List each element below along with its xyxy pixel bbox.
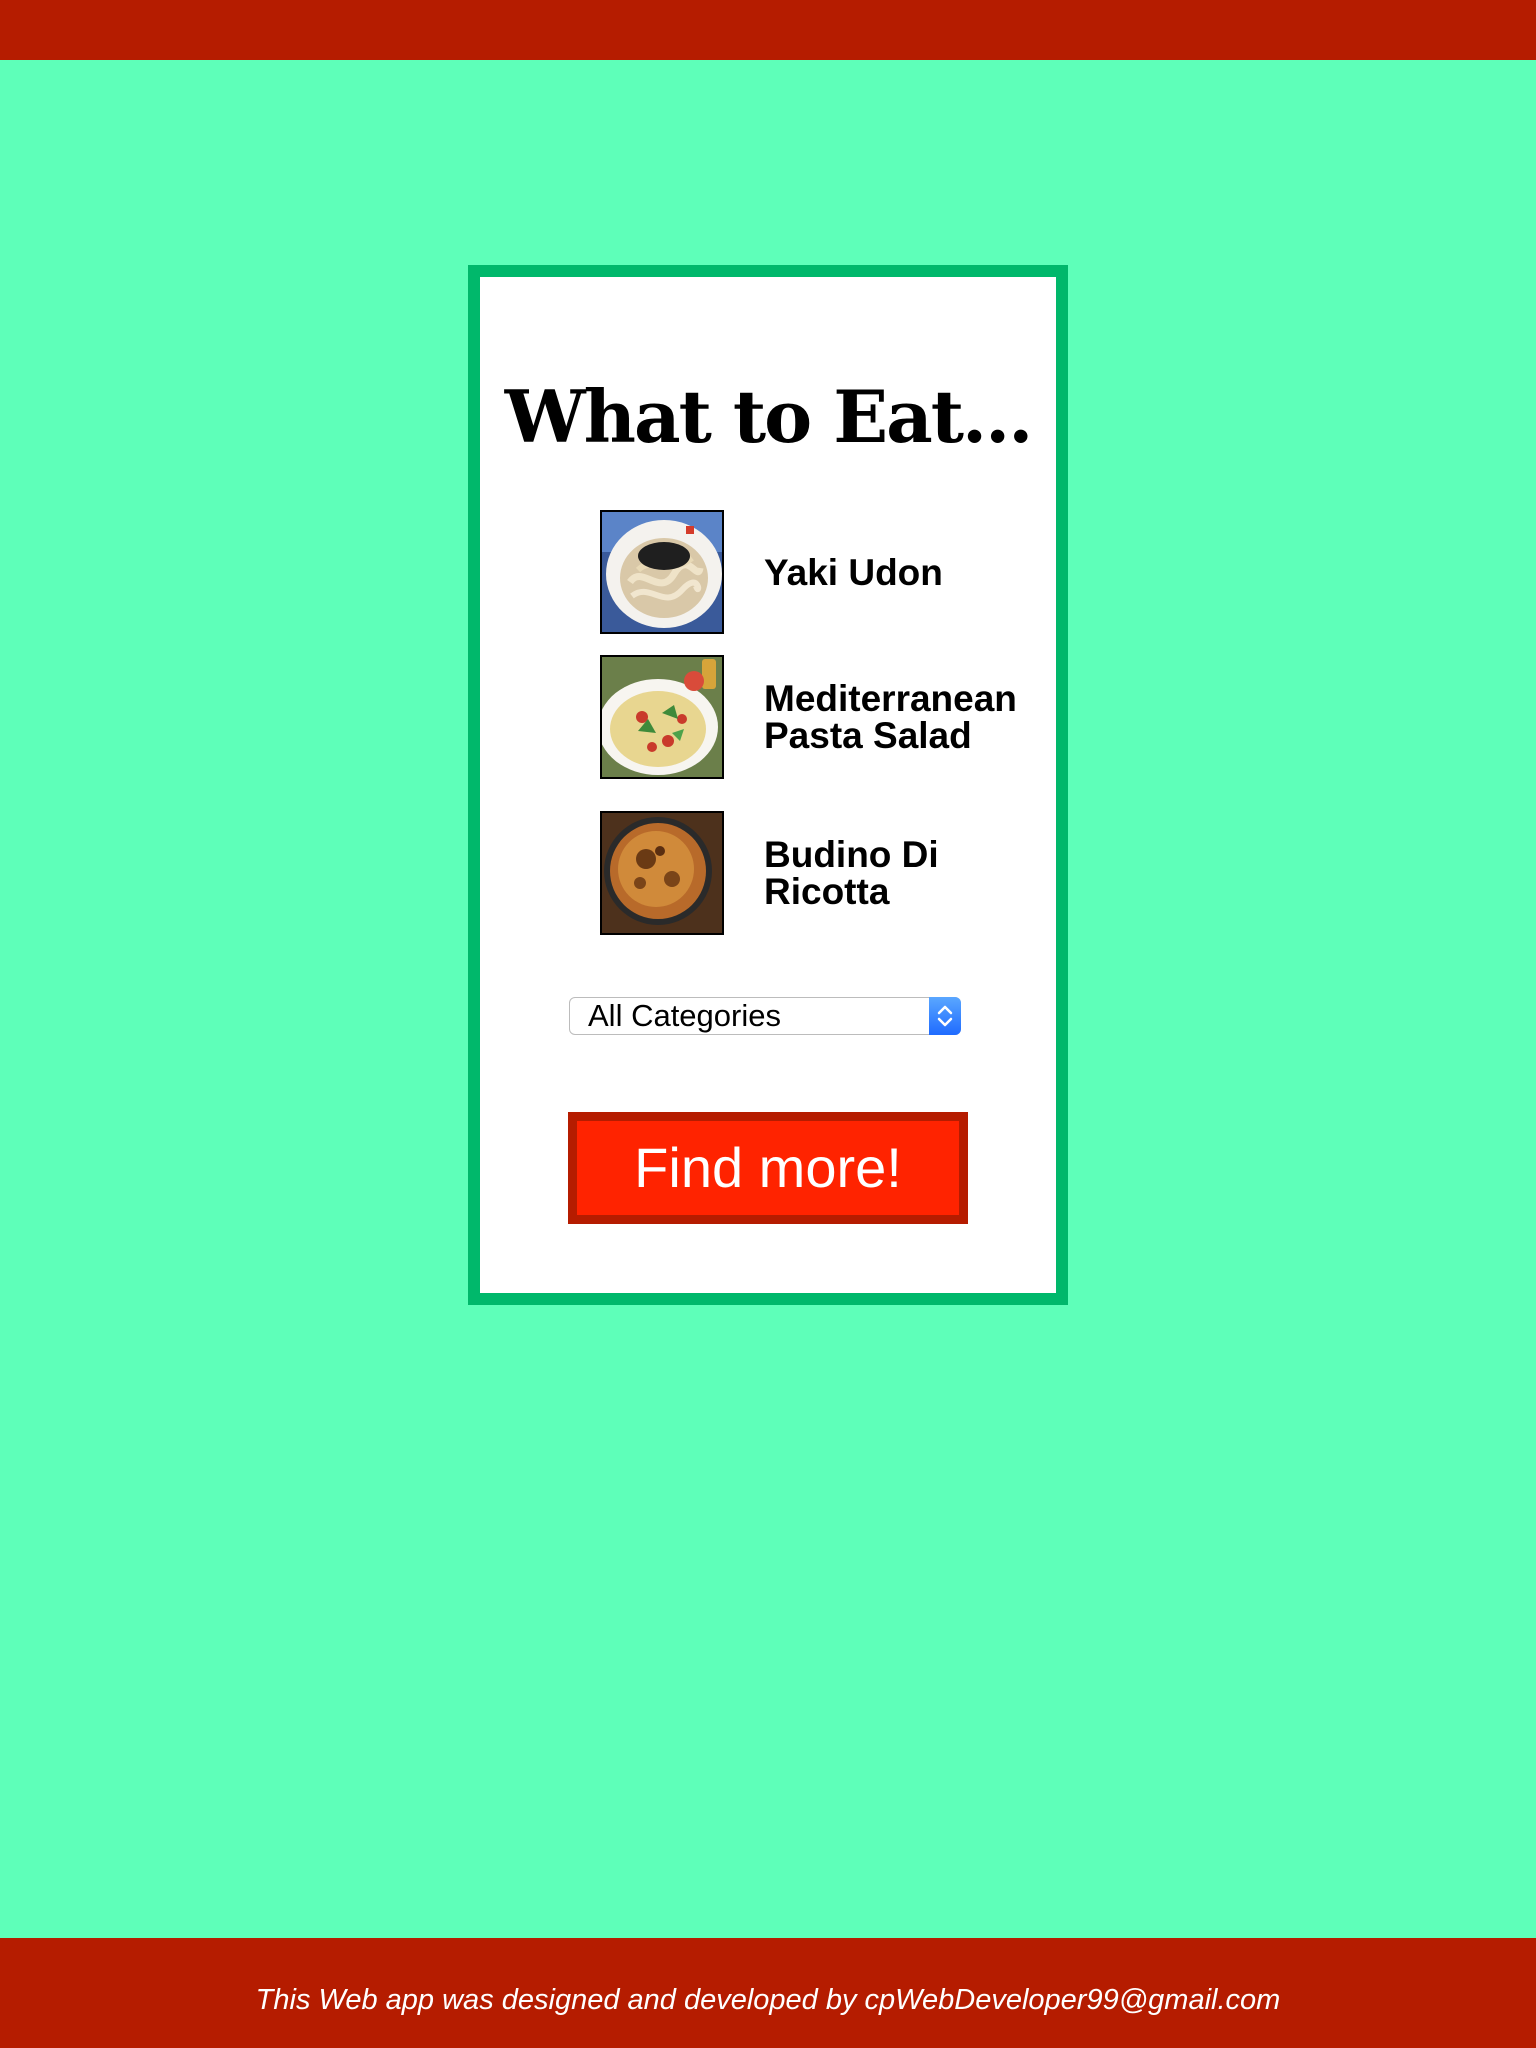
find-more-button[interactable]: Find more! — [568, 1112, 968, 1224]
dish-item-yaki-udon[interactable]: Yaki Udon — [600, 510, 1070, 634]
page-title: What to Eat... — [504, 374, 1034, 459]
dish-name[interactable]: Mediterranean Pasta Salad — [764, 655, 1074, 779]
dish-thumbnail[interactable] — [600, 655, 724, 779]
top-bar — [0, 0, 1536, 60]
dish-thumbnail[interactable] — [600, 811, 724, 935]
footer-credit-text: This Web app was designed and developed … — [255, 1984, 1281, 2016]
dish-thumbnail[interactable] — [600, 510, 724, 634]
pasta-salad-photo-icon — [602, 657, 722, 777]
noodle-dish-photo-icon — [602, 512, 722, 632]
dish-name[interactable]: Budino Di Ricotta — [764, 811, 1074, 935]
chevron-updown-icon[interactable] — [929, 997, 961, 1035]
category-select[interactable]: All Categories — [569, 997, 961, 1035]
dish-name[interactable]: Yaki Udon — [764, 510, 1074, 634]
ricotta-cake-photo-icon — [602, 813, 722, 933]
recipe-card: What to Eat... Yaki Udon Mediterranean P… — [468, 265, 1068, 1305]
category-select-value: All Categories — [588, 998, 781, 1033]
dish-item-budino-di-ricotta[interactable]: Budino Di Ricotta — [600, 811, 1070, 935]
footer: This Web app was designed and developed … — [0, 1938, 1536, 2048]
dish-item-mediterranean-pasta-salad[interactable]: Mediterranean Pasta Salad — [600, 655, 1070, 779]
